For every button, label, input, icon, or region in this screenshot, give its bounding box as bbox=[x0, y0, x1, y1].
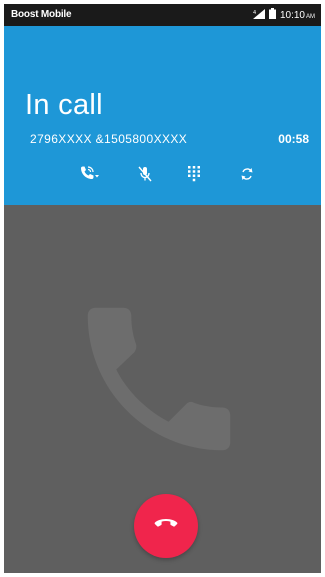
status-indicators: 4 10:10AM bbox=[252, 8, 315, 22]
status-bar: Boost Mobile 4 10:10AM bbox=[4, 4, 321, 26]
background-phone-icon bbox=[64, 284, 254, 479]
dialpad-icon bbox=[188, 165, 200, 187]
clock-time: 10:10 bbox=[279, 9, 305, 21]
call-controls bbox=[4, 164, 321, 190]
mic-off-icon bbox=[138, 166, 152, 187]
clock-ampm: AM bbox=[306, 13, 315, 20]
carrier-name: Boost Mobile bbox=[11, 9, 72, 20]
battery-icon bbox=[268, 8, 276, 22]
phone-screen: Boost Mobile 4 10:10AM In call 2796XXXX … bbox=[4, 4, 321, 573]
mute-button[interactable] bbox=[132, 164, 158, 188]
clock: 10:10AM bbox=[280, 10, 315, 21]
hang-up-icon bbox=[154, 517, 178, 535]
call-header: In call 2796XXXX &1505800XXXX 00:58 bbox=[4, 26, 321, 205]
caller-numbers: 2796XXXX &1505800XXXX bbox=[30, 132, 188, 146]
swap-button[interactable] bbox=[234, 164, 260, 188]
end-call-button[interactable] bbox=[134, 494, 198, 558]
dialpad-button[interactable] bbox=[181, 164, 207, 188]
call-status-title: In call bbox=[25, 89, 103, 121]
call-timer: 00:58 bbox=[278, 132, 309, 146]
call-options-button[interactable] bbox=[76, 164, 102, 188]
svg-text:4: 4 bbox=[253, 10, 256, 16]
phone-options-icon bbox=[78, 165, 100, 187]
signal-icon: 4 bbox=[252, 8, 265, 22]
swap-icon bbox=[240, 167, 254, 186]
